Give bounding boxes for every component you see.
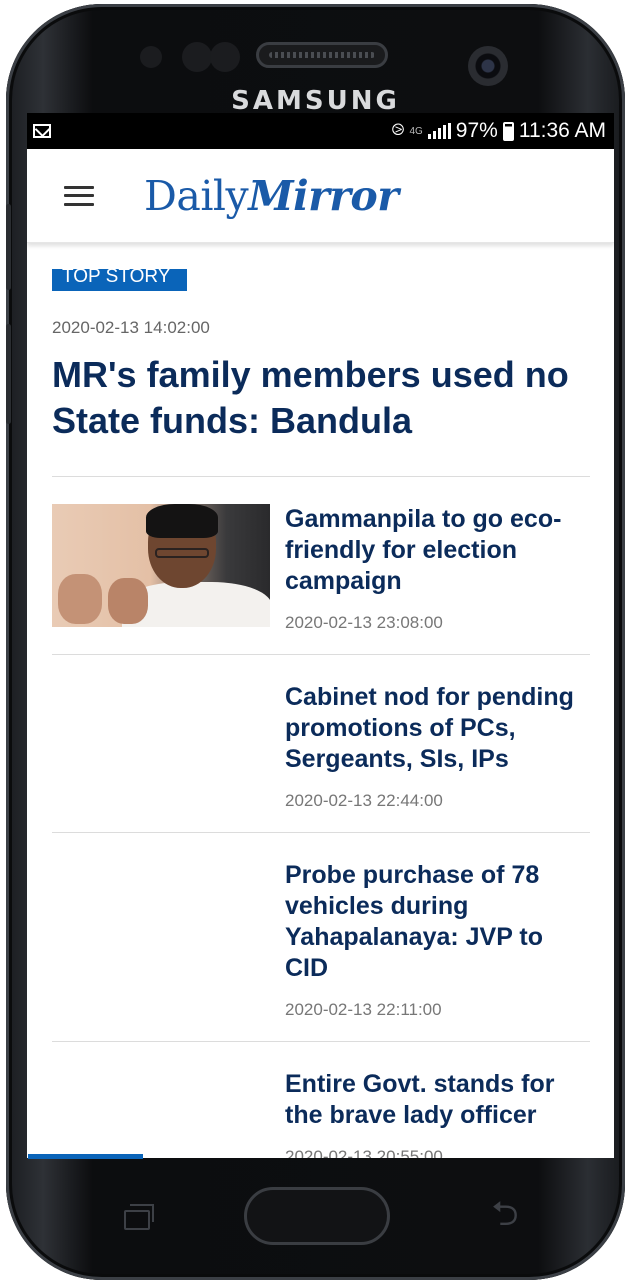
screen: ⧁ 4G 97% 11:36 AM DailyMirror TOP STORY … [27,113,614,1158]
home-button[interactable] [244,1187,390,1245]
iris-sensor [182,42,212,72]
top-story-title[interactable]: MR's family members used no State funds:… [52,352,590,444]
app-bar: DailyMirror [27,149,614,243]
news-date: 2020-02-13 22:11:00 [285,1000,442,1019]
back-icon[interactable]: ⮌ [482,1196,528,1232]
top-story-badge: TOP STORY [52,269,187,291]
bottom-nav-indicator [28,1154,143,1159]
news-item[interactable]: Cabinet nod for pending promotions of PC… [52,655,590,833]
recent-apps-icon[interactable] [120,1201,160,1230]
wifi-calling-icon: ⧁ [391,122,405,139]
hamburger-icon[interactable] [64,185,94,206]
bixby-button[interactable] [6,324,11,424]
iris-sensor [210,42,240,72]
news-title[interactable]: Cabinet nod for pending promotions of PC… [285,682,590,775]
news-title[interactable]: Entire Govt. stands for the brave lady o… [285,1069,590,1131]
battery-percent: 97% [455,119,498,142]
news-feed: TOP STORY 2020-02-13 14:02:00 MR's famil… [27,243,614,1158]
signal-icon [427,123,451,139]
earpiece-speaker [256,42,388,68]
news-thumbnail[interactable] [52,1069,270,1139]
news-item[interactable]: Gammanpila to go eco-friendly for electi… [52,477,590,655]
gammanpila-photo [52,504,270,627]
news-item[interactable]: Entire Govt. stands for the brave lady o… [52,1042,590,1158]
news-thumbnail[interactable] [52,504,270,627]
front-camera [468,46,508,86]
gmail-icon [33,124,51,138]
news-date: 2020-02-13 22:44:00 [285,791,443,810]
news-thumbnail[interactable] [52,682,270,805]
top-story-date: 2020-02-13 14:02:00 [52,318,210,337]
network-type: 4G [409,125,423,137]
news-date: 2020-02-13 23:08:00 [285,613,443,632]
news-date: 2020-02-13 20:55:00 [285,1147,443,1158]
volume-button[interactable] [6,204,11,290]
device-brand: SAMSUNG [231,86,400,116]
news-item[interactable]: Probe purchase of 78 vehicles during Yah… [52,833,590,1042]
daily-mirror-logo[interactable]: DailyMirror [144,172,399,220]
battery-icon [502,121,514,141]
proximity-sensor [140,46,162,68]
news-thumbnail[interactable] [52,860,270,983]
news-title[interactable]: Probe purchase of 78 vehicles during Yah… [285,860,590,984]
status-bar: ⧁ 4G 97% 11:36 AM [27,113,614,149]
news-title[interactable]: Gammanpila to go eco-friendly for electi… [285,504,590,597]
clock: 11:36 AM [518,119,606,142]
